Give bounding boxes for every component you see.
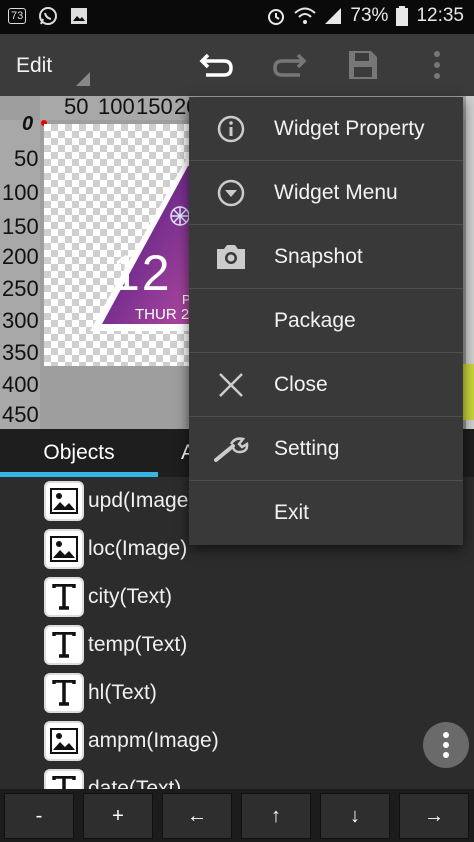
edit-mode-spinner[interactable]: Edit <box>16 54 52 78</box>
list-item[interactable]: date(Text) <box>44 765 181 789</box>
overflow-popup-menu: Widget Property Widget Menu Snapshot Pac… <box>189 97 463 545</box>
list-item[interactable]: hl(Text) <box>44 669 157 717</box>
overflow-icon <box>434 51 440 79</box>
tab-label: Objects <box>43 441 115 464</box>
spinner-arrow-icon <box>76 72 90 86</box>
text-object-icon <box>44 625 84 665</box>
battery-percent: 73% <box>350 5 389 26</box>
list-item[interactable]: upd(Image) <box>44 477 195 525</box>
image-object-icon <box>44 529 84 569</box>
menu-item-close[interactable]: Close <box>189 353 463 417</box>
ruler-tick: 150 <box>136 96 173 119</box>
dropdown-circle-icon <box>213 175 249 211</box>
ruler-tick: 150 <box>2 214 39 239</box>
redo-icon <box>273 53 307 77</box>
menu-item-widget-property[interactable]: Widget Property <box>189 97 463 161</box>
ruler-tick: 300 <box>2 308 39 333</box>
menu-item-package[interactable]: Package <box>189 289 463 353</box>
list-item[interactable]: ampm(Image) <box>44 717 219 765</box>
menu-item-label: Widget Property <box>274 117 425 140</box>
whatsapp-icon <box>38 6 58 26</box>
battery-icon <box>396 6 409 26</box>
list-item[interactable]: temp(Text) <box>44 621 187 669</box>
canvas-edge-strip <box>462 364 474 420</box>
widget-time-text: 12 <box>112 245 172 301</box>
object-label: date(Text) <box>88 777 182 789</box>
overflow-menu-button[interactable] <box>417 47 457 83</box>
menu-item-exit[interactable]: Exit <box>189 481 463 545</box>
menu-item-widget-menu[interactable]: Widget Menu <box>189 161 463 225</box>
menu-item-setting[interactable]: Setting <box>189 417 463 481</box>
close-icon <box>213 367 249 403</box>
alarm-icon <box>266 6 286 26</box>
gallery-icon <box>70 7 88 25</box>
ruler-tick: 50 <box>64 96 89 119</box>
clock: 12:35 <box>416 5 464 26</box>
menu-item-label: Package <box>274 309 356 332</box>
ruler-tick: 450 <box>2 402 39 427</box>
object-label: loc(Image) <box>88 537 188 560</box>
nudge-button-bar: - + ← ↑ ↓ → <box>0 789 474 842</box>
vertical-ruler: 50 100 150 200 250 300 350 400 450 <box>0 120 40 429</box>
floating-more-button[interactable] <box>423 722 469 768</box>
object-label: ampm(Image) <box>88 729 219 752</box>
object-label: upd(Image) <box>88 489 196 512</box>
menu-item-label: Widget Menu <box>274 181 398 204</box>
ruler-tick: 400 <box>2 372 39 397</box>
menu-item-label: Snapshot <box>274 245 363 268</box>
ruler-tick: 350 <box>2 340 39 365</box>
status-bar: 73 73% 12:35 <box>0 0 474 34</box>
ruler-tick: 250 <box>2 276 39 301</box>
undo-button[interactable] <box>196 47 236 83</box>
widget-date-text: THUR 2 <box>135 306 190 323</box>
image-object-icon <box>44 481 84 521</box>
menu-item-label: Close <box>274 373 328 396</box>
undo-icon <box>199 53 233 77</box>
text-object-icon <box>44 769 84 789</box>
menu-item-label: Exit <box>274 501 310 524</box>
ruler-tick: 100 <box>2 180 39 205</box>
list-item[interactable]: loc(Image) <box>44 525 187 573</box>
image-object-icon <box>44 721 84 761</box>
move-left-button[interactable]: ← <box>162 793 232 839</box>
move-right-button[interactable]: → <box>399 793 469 839</box>
camera-icon <box>213 239 249 275</box>
object-label: hl(Text) <box>88 681 157 704</box>
ruler-tick: 50 <box>14 146 39 171</box>
wifi-icon <box>294 7 317 25</box>
object-label: temp(Text) <box>88 633 188 656</box>
plus-button[interactable]: + <box>83 793 153 839</box>
move-down-button[interactable]: ↓ <box>320 793 390 839</box>
signal-icon <box>324 7 342 25</box>
toolbar: Edit <box>0 34 474 96</box>
object-label: city(Text) <box>88 585 172 608</box>
save-button[interactable] <box>343 47 383 83</box>
text-object-icon <box>44 673 84 713</box>
notification-badge: 73 <box>8 8 27 24</box>
wrench-icon <box>213 431 249 467</box>
menu-item-snapshot[interactable]: Snapshot <box>189 225 463 289</box>
overflow-icon <box>443 732 449 758</box>
origin-label: 0 <box>22 113 34 135</box>
redo-button[interactable] <box>270 47 310 83</box>
list-item[interactable]: city(Text) <box>44 573 172 621</box>
menu-item-label: Setting <box>274 437 340 460</box>
save-icon <box>349 51 377 79</box>
tab-objects[interactable]: Objects <box>0 429 158 477</box>
minus-button[interactable]: - <box>4 793 74 839</box>
info-icon <box>213 111 249 147</box>
move-up-button[interactable]: ↑ <box>241 793 311 839</box>
text-object-icon <box>44 577 84 617</box>
ruler-tick: 200 <box>2 244 39 269</box>
ruler-tick: 100 <box>98 96 135 119</box>
